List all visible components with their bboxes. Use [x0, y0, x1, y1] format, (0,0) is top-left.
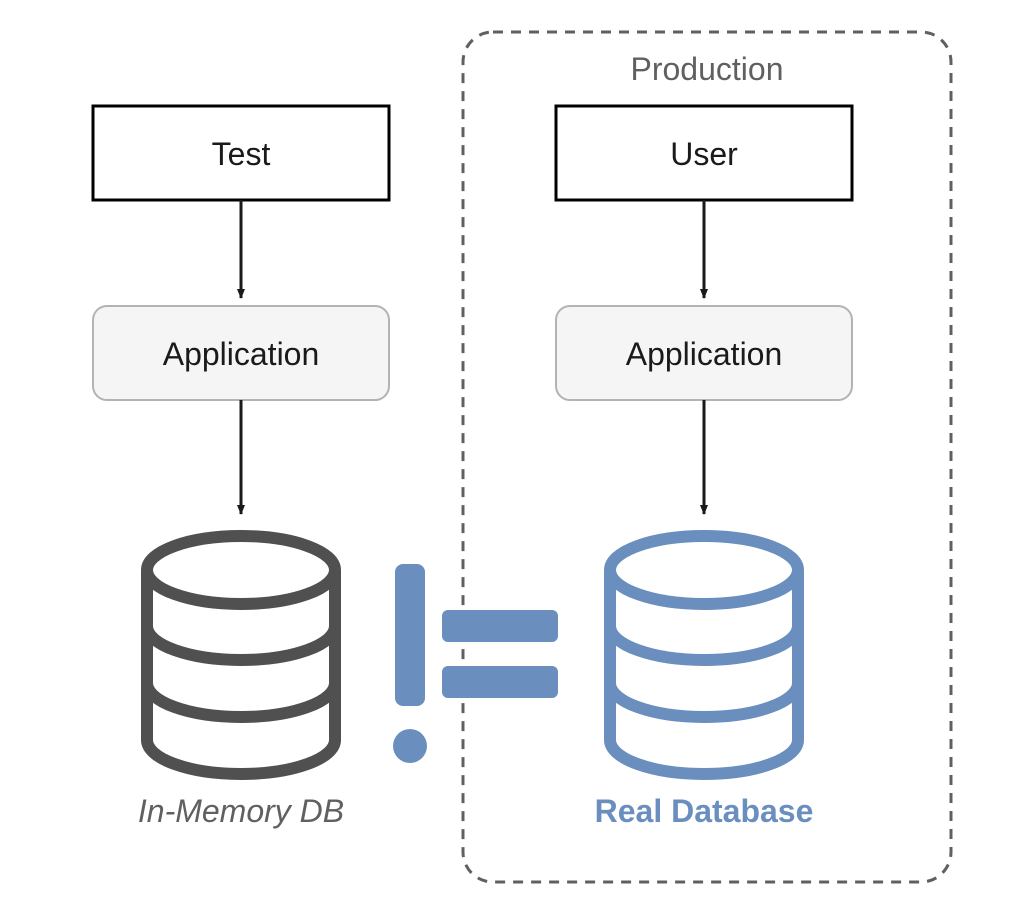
user-box-label: User [670, 136, 738, 172]
application-box-right-label: Application [626, 336, 783, 372]
inmemory-db-label: In-Memory DB [138, 793, 344, 829]
real-db-label: Real Database [595, 793, 814, 829]
architecture-diagram: Production Test Application In-Memory DB… [0, 0, 1014, 904]
production-label: Production [631, 51, 784, 87]
test-box-label: Test [212, 136, 271, 172]
application-box-left-label: Application [163, 336, 320, 372]
inmemory-db-icon [147, 536, 335, 774]
not-equal-icon [393, 564, 558, 763]
real-db-icon [610, 536, 798, 774]
